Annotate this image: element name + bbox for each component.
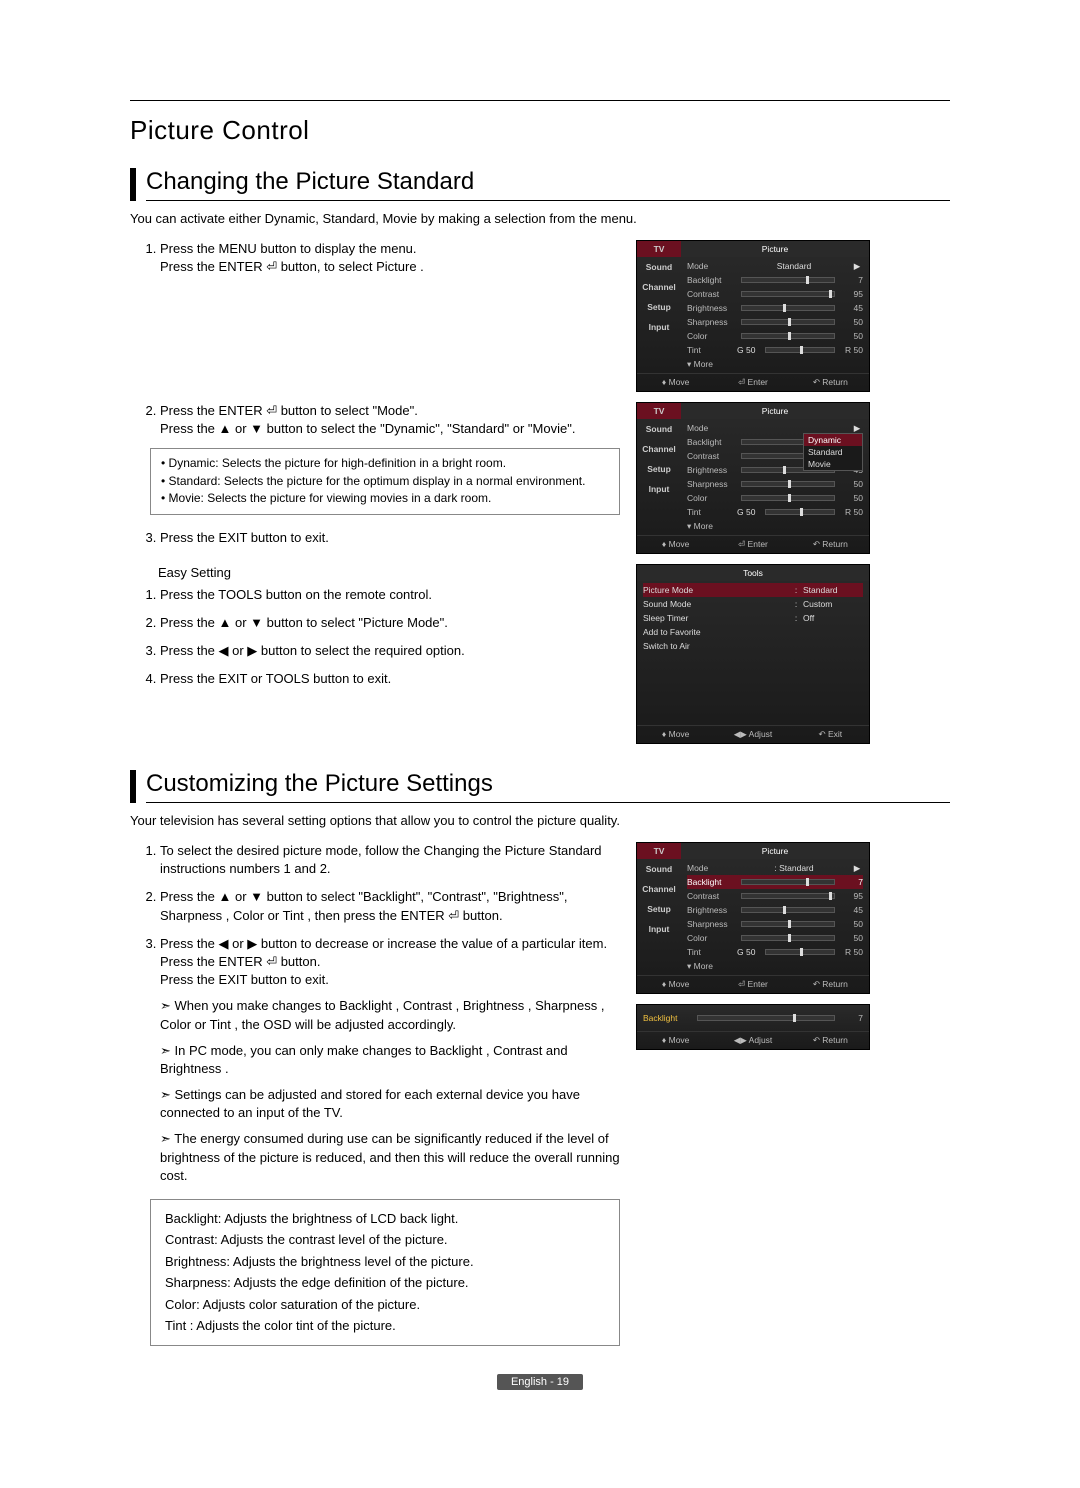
gloss-color: Color: Adjusts color saturation of the p… bbox=[165, 1294, 605, 1315]
easy-step-1: Press the TOOLS button on the remote con… bbox=[160, 586, 620, 604]
osd-tab-sound[interactable]: Sound bbox=[637, 419, 681, 439]
tools-sound-mode[interactable]: Sound Mode:Custom bbox=[643, 597, 863, 611]
tools-picture-mode[interactable]: Picture Mode:Standard bbox=[643, 583, 863, 597]
mode-dropdown[interactable]: Dynamic Standard Movie bbox=[803, 433, 863, 471]
osd-hint-move: ♦ Move bbox=[637, 374, 714, 391]
mode-option-movie[interactable]: Movie bbox=[804, 458, 862, 470]
step-1: Press the MENU button to display the men… bbox=[160, 240, 620, 276]
osd-title: Picture bbox=[681, 403, 869, 419]
osd-tab-channel[interactable]: Channel bbox=[637, 277, 681, 297]
osd-hint-enter: ⏎ Enter bbox=[714, 374, 791, 391]
osd-item-more[interactable]: ▾ More bbox=[687, 959, 863, 973]
step-2: Press the ▲ or ▼ button to select "Backl… bbox=[160, 888, 620, 924]
osd-tab-tv[interactable]: TV bbox=[637, 403, 681, 419]
backlight-slider[interactable]: Backlight 7 bbox=[643, 1007, 863, 1029]
osd-backlight-slider: Backlight 7 ♦ Move ◀▶ Adjust ↶ Return bbox=[636, 1004, 870, 1050]
osd-item-sharpness[interactable]: Sharpness50 bbox=[687, 917, 863, 931]
osd-title: Picture bbox=[681, 843, 869, 859]
note-osd-adjust: When you make changes to Backlight , Con… bbox=[160, 997, 620, 1033]
tools-add-favorite[interactable]: Add to Favorite bbox=[643, 625, 863, 639]
osd-item-color[interactable]: Color50 bbox=[687, 329, 863, 343]
osd-tools: Tools Picture Mode:Standard Sound Mode:C… bbox=[636, 564, 870, 744]
gloss-contrast: Contrast: Adjusts the contrast level of … bbox=[165, 1229, 605, 1250]
step-2: Press the ENTER ⏎ button to select "Mode… bbox=[160, 402, 620, 438]
osd-item-brightness[interactable]: Brightness45 bbox=[687, 301, 863, 315]
tools-sleep-timer[interactable]: Sleep Timer:Off bbox=[643, 611, 863, 625]
gloss-tint: Tint : Adjusts the color tint of the pic… bbox=[165, 1315, 605, 1336]
gloss-sharpness: Sharpness: Adjusts the edge definition o… bbox=[165, 1272, 605, 1293]
steps-list: Press the MENU button to display the men… bbox=[130, 240, 620, 276]
osd-hint-return: ↶ Return bbox=[792, 374, 869, 391]
osd-item-tint[interactable]: TintG 50R 50 bbox=[687, 945, 863, 959]
desc-dynamic: Dynamic: Selects the picture for high-de… bbox=[161, 455, 609, 472]
intro-text: Your television has several setting opti… bbox=[130, 813, 950, 828]
easy-step-2: Press the ▲ or ▼ button to select "Pictu… bbox=[160, 614, 620, 632]
steps-list: To select the desired picture mode, foll… bbox=[130, 842, 620, 1185]
easy-step-3: Press the ◀ or ▶ button to select the re… bbox=[160, 642, 620, 660]
osd-item-contrast[interactable]: Contrast95 bbox=[687, 889, 863, 903]
osd-item-mode[interactable]: Mode : Standard ▶ bbox=[687, 861, 863, 875]
easy-setting-heading: Easy Setting bbox=[158, 565, 620, 580]
subsection-title: Customizing the Picture Settings bbox=[146, 770, 950, 803]
intro-text: You can activate either Dynamic, Standar… bbox=[130, 211, 950, 226]
easy-step-4: Press the EXIT or TOOLS button to exit. bbox=[160, 670, 620, 688]
osd-tab-input[interactable]: Input bbox=[637, 317, 681, 337]
osd-item-backlight[interactable]: Backlight7 bbox=[687, 273, 863, 287]
osd-item-mode[interactable]: Mode Standard ▶ bbox=[687, 259, 863, 273]
osd-item-backlight[interactable]: Backlight7 bbox=[687, 875, 863, 889]
osd-item-more[interactable]: ▾ More bbox=[687, 357, 863, 371]
desc-standard: Standard: Selects the picture for the op… bbox=[161, 473, 609, 490]
osd-tab-setup[interactable]: Setup bbox=[637, 459, 681, 479]
osd-tab-channel[interactable]: Channel bbox=[637, 439, 681, 459]
chevron-right-icon: ▶ bbox=[851, 261, 863, 272]
heading-bullet bbox=[130, 168, 136, 201]
osd-item-sharpness[interactable]: Sharpness50 bbox=[687, 315, 863, 329]
osd-picture-standard: TV Picture Sound Channel Setup Input Mod… bbox=[636, 240, 870, 392]
osd-tab-input[interactable]: Input bbox=[637, 479, 681, 499]
osd-item-color[interactable]: Color50 bbox=[687, 931, 863, 945]
desc-movie: Movie: Selects the picture for viewing m… bbox=[161, 490, 609, 507]
gloss-backlight: Backlight: Adjusts the brightness of LCD… bbox=[165, 1208, 605, 1229]
note-per-input: Settings can be adjusted and stored for … bbox=[160, 1086, 620, 1122]
steps-list: Press the EXIT button to exit. bbox=[130, 529, 620, 547]
heading-bullet bbox=[130, 770, 136, 803]
osd-tab-sound[interactable]: Sound bbox=[637, 257, 681, 277]
mode-description-box: Dynamic: Selects the picture for high-de… bbox=[150, 448, 620, 514]
osd-picture-backlight-selected: TV Picture Sound Channel Setup Input Mod… bbox=[636, 842, 870, 994]
note-pc-mode: In PC mode, you can only make changes to… bbox=[160, 1042, 620, 1078]
osd-tools-title: Tools bbox=[637, 565, 869, 581]
osd-item-tint[interactable]: TintG 50R 50 bbox=[687, 343, 863, 357]
step-3: Press the EXIT button to exit. bbox=[160, 529, 620, 547]
osd-item-brightness[interactable]: Brightness45 bbox=[687, 903, 863, 917]
tools-switch-air[interactable]: Switch to Air bbox=[643, 639, 863, 653]
osd-picture-mode-dropdown: TV Picture Sound Channel Setup Input Mod… bbox=[636, 402, 870, 554]
page-number: English - 19 bbox=[130, 1376, 950, 1388]
steps-list: Press the ENTER ⏎ button to select "Mode… bbox=[130, 402, 620, 438]
osd-tab-tv[interactable]: TV bbox=[637, 843, 681, 859]
glossary-box: Backlight: Adjusts the brightness of LCD… bbox=[150, 1199, 620, 1346]
step-3: Press the ◀ or ▶ button to decrease or i… bbox=[160, 935, 620, 1185]
osd-title: Picture bbox=[681, 241, 869, 257]
easy-steps-list: Press the TOOLS button on the remote con… bbox=[130, 586, 620, 689]
subsection-title: Changing the Picture Standard bbox=[146, 168, 950, 201]
mode-option-dynamic[interactable]: Dynamic bbox=[804, 434, 862, 446]
osd-tab-tv[interactable]: TV bbox=[637, 241, 681, 257]
osd-item-contrast[interactable]: Contrast95 bbox=[687, 287, 863, 301]
note-energy: The energy consumed during use can be si… bbox=[160, 1130, 620, 1185]
section-title: Picture Control bbox=[130, 115, 950, 146]
mode-option-standard[interactable]: Standard bbox=[804, 446, 862, 458]
osd-tab-setup[interactable]: Setup bbox=[637, 297, 681, 317]
step-1: To select the desired picture mode, foll… bbox=[160, 842, 620, 878]
gloss-brightness: Brightness: Adjusts the brightness level… bbox=[165, 1251, 605, 1272]
